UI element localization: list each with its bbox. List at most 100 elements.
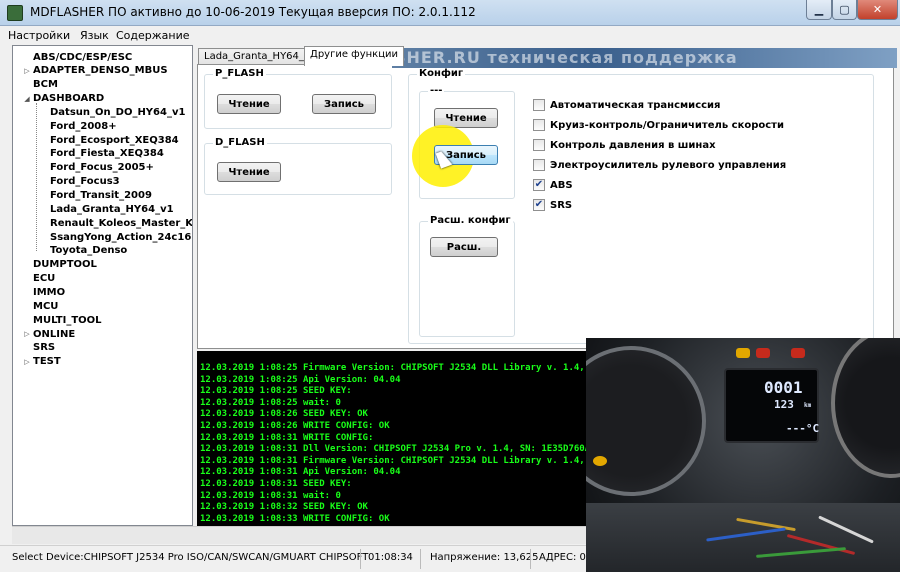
log-line: 12.03.2019 1:08:25 wait: 0 [200, 397, 341, 408]
config-option[interactable]: ✔ SRS [533, 198, 572, 212]
tree-collapse-icon[interactable]: ◢ [21, 95, 33, 103]
menu-settings[interactable]: Настройки [8, 29, 70, 42]
tree-item[interactable]: Ford_Fiesta_XEQ384 [50, 147, 164, 161]
tree-item[interactable]: MULTI_TOOL [21, 313, 102, 327]
p-flash-read-button[interactable]: Чтение [217, 94, 281, 114]
wire-white [818, 515, 874, 544]
log-line: 12.03.2019 1:08:32 SEED KEY: OK [200, 502, 368, 513]
tree-item-label: Ford_Fiesta_XEQ384 [50, 148, 164, 160]
odometer-readout: 0001 [764, 378, 803, 397]
config-option-label: Контроль давления в шинах [550, 139, 716, 151]
config-option[interactable]: ✔ ABS [533, 178, 573, 192]
status-time: 01:08:34 [368, 552, 413, 563]
config-option[interactable]: Круиз-контроль/Ограничитель скорости [533, 118, 784, 132]
tree-item-label: SRS [33, 342, 56, 354]
tree-item-label: Toyota_Denso [50, 245, 128, 257]
tree-item[interactable]: Datsun_On_DO_HY64_v1 [50, 105, 185, 119]
config-subgroup-title: --- [428, 85, 445, 96]
tachometer-dial [586, 346, 706, 496]
config-option-checkbox[interactable]: ✔ [533, 179, 545, 191]
p-flash-write-button[interactable]: Запись [312, 94, 376, 114]
config-option-checkbox[interactable] [533, 159, 545, 171]
tree-item-label: Datsun_On_DO_HY64_v1 [50, 106, 186, 118]
tree-item[interactable]: Ford_2008+ [50, 119, 117, 133]
ext-config-button[interactable]: Расш. [430, 237, 498, 257]
d-flash-group: D_FLASH Чтение [204, 137, 392, 195]
config-option-checkbox[interactable] [533, 99, 545, 111]
tree-item-label: Lada_Granta_HY64_v1 [50, 203, 174, 215]
tree-item[interactable]: MCU [21, 299, 58, 313]
menu-language[interactable]: Язык [80, 29, 109, 42]
tree-item[interactable]: Ford_Ecosport_XEQ384 [50, 133, 179, 147]
app-icon [7, 5, 23, 21]
tree-item[interactable]: Ford_Transit_2009 [50, 189, 152, 203]
config-option-label: ABS [550, 179, 573, 191]
tree-item-label: Ford_Focus_2005+ [50, 162, 154, 174]
tree-item-label: DASHBOARD [33, 93, 105, 105]
menu-contents[interactable]: Содержание [116, 29, 190, 42]
config-title: Конфиг [417, 68, 466, 79]
tree-item[interactable]: Ford_Focus3 [50, 175, 120, 189]
p-flash-group: P_FLASH Чтение Запись [204, 68, 392, 129]
dashboard-video-inset: 0001 123 km ---°C [586, 338, 900, 572]
config-option[interactable]: Электроусилитель рулевого управления [533, 158, 786, 172]
tree-item-label: ABS/CDC/ESP/ESC [33, 51, 133, 63]
ext-config-title: Расш. конфиг [428, 215, 513, 226]
tree-item[interactable]: ▷ TEST [21, 355, 60, 369]
log-line: 12.03.2019 1:08:31 SEED KEY: [200, 479, 352, 489]
maximize-icon: ▢ [839, 3, 850, 16]
tree-item[interactable]: ▷ ADAPTER_DENSO_MBUS [21, 64, 167, 78]
tree-item[interactable]: ECU [21, 272, 55, 286]
config-option[interactable]: Контроль давления в шинах [533, 138, 716, 152]
log-line: 12.03.2019 1:08:31 wait: 0 [200, 490, 341, 501]
tree-item[interactable]: Renault_Koleos_Master_Kan [50, 216, 192, 230]
tree-item[interactable]: Ford_Focus_2005+ [50, 161, 154, 175]
menu-bar: Настройки Язык Содержание [0, 26, 900, 45]
module-tree[interactable]: ABS/CDC/ESP/ESC ▷ ADAPTER_DENSO_MBUS BCM ◢ DA… [12, 45, 193, 526]
tree-expand-icon[interactable]: ▷ [21, 358, 33, 366]
config-option-checkbox[interactable] [533, 119, 545, 131]
tree-item[interactable]: ABS/CDC/ESP/ESC [21, 50, 132, 64]
tree-item[interactable]: Lada_Granta_HY64_v1 [50, 202, 174, 216]
tree-item-label: MCU [33, 300, 59, 312]
log-line: 12.03.2019 1:08:31 Dll Version: CHIPSOFT… [200, 444, 612, 455]
brake-warning-icon [791, 348, 805, 358]
tree-item-label: ONLINE [33, 328, 76, 340]
support-watermark: SHER.RU техническая поддержка [392, 48, 897, 68]
log-line: 12.03.2019 1:08:31 Firmware Version: CHI… [200, 455, 618, 466]
maximize-button[interactable]: ▢ [832, 0, 857, 20]
tree-item[interactable]: DUMPTOOL [21, 258, 97, 272]
close-button[interactable]: ✕ [857, 0, 898, 20]
minimize-button[interactable]: ▁ [806, 0, 832, 20]
tree-item[interactable]: ◢ DASHBOARD [21, 92, 104, 106]
airbag-warning-icon [593, 456, 607, 466]
tree-expand-icon[interactable]: ▷ [21, 330, 33, 338]
tree-expand-icon[interactable]: ▷ [21, 67, 33, 75]
speedometer-dial [831, 338, 900, 478]
tree-item[interactable]: BCM [21, 78, 58, 92]
trip-readout: 123 [774, 398, 794, 411]
battery-warning-icon [756, 348, 770, 358]
tree-item[interactable]: SsangYong_Action_24c16 [50, 230, 191, 244]
minimize-icon: ▁ [814, 3, 824, 16]
tree-item-label: ECU [33, 273, 56, 285]
p-flash-title: P_FLASH [213, 68, 266, 79]
d-flash-read-button[interactable]: Чтение [217, 162, 281, 182]
tree-item[interactable]: IMMO [21, 285, 65, 299]
tree-item[interactable]: ▷ ONLINE [21, 327, 75, 341]
tab-other-functions[interactable]: Другие функции [304, 46, 405, 66]
config-option[interactable]: Автоматическая трансмиссия [533, 98, 720, 112]
close-icon: ✕ [872, 3, 883, 16]
wire-green [756, 547, 846, 558]
config-option-checkbox[interactable] [533, 139, 545, 151]
tree-item[interactable]: Toyota_Denso [50, 244, 127, 258]
config-option-checkbox[interactable]: ✔ [533, 199, 545, 211]
window-title: MDFLASHER ПО активно до 10-06-2019 Текущ… [30, 5, 476, 19]
tree-item[interactable]: SRS [21, 341, 55, 355]
cluster-lcd: 0001 123 km ---°C [724, 368, 819, 443]
tree-item-label: BCM [33, 79, 58, 91]
config-option-label: SRS [550, 199, 573, 211]
log-line: 12.03.2019 1:08:25 Firmware Version: CHI… [200, 363, 618, 373]
status-address: АДРЕС: 0 [539, 552, 586, 563]
config-option-label: Круиз-контроль/Ограничитель скорости [550, 119, 784, 131]
